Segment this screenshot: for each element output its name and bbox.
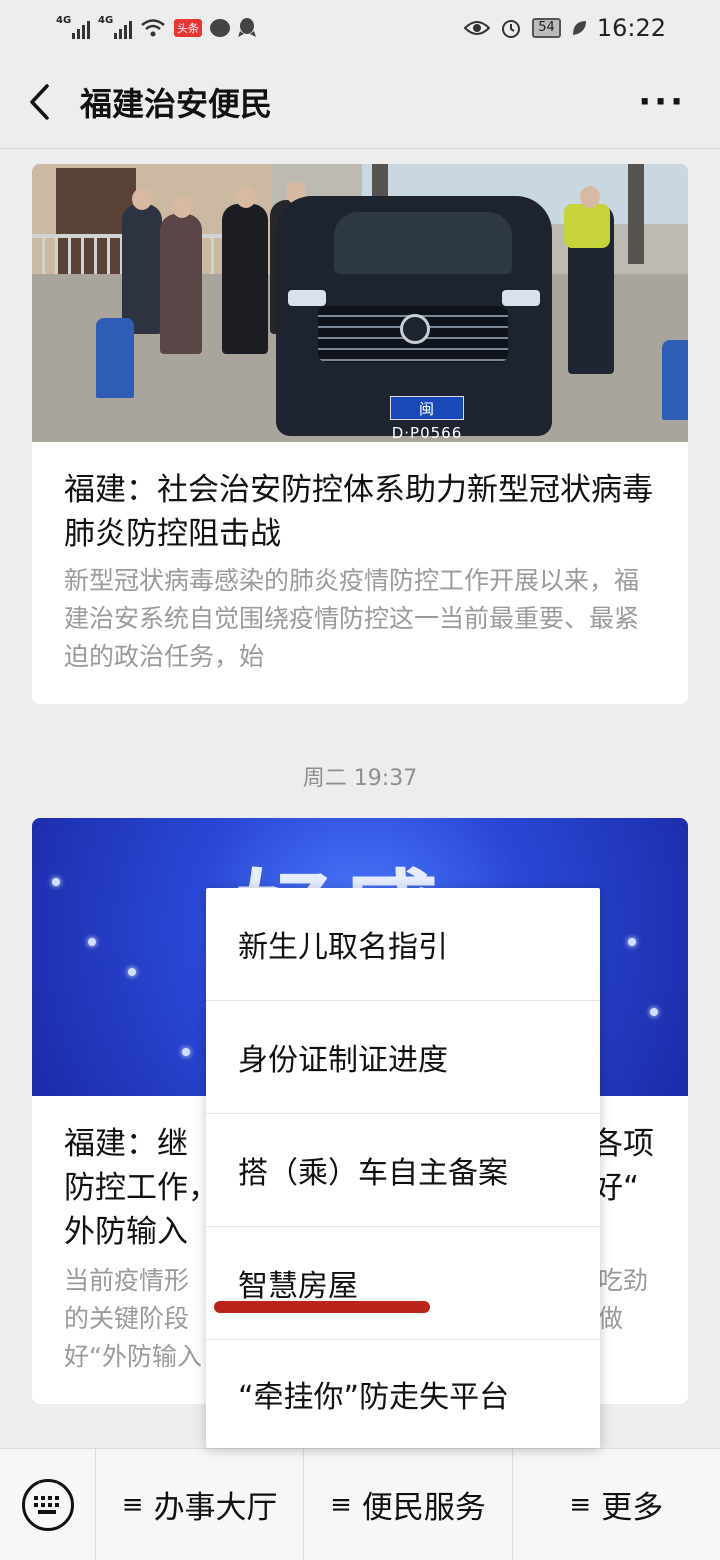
article-title[interactable]: 福建：继 防控工作， 外防输入 [64,1122,219,1254]
title-line: 各项 [592,1126,654,1162]
photo-police-cone [96,318,134,398]
header-divider [0,148,720,149]
status-bar: 4G 4G 头条 54 16:22 [0,0,720,56]
menu-item-smart-housing[interactable]: 智慧房屋 [206,1227,600,1340]
status-time: 16:22 [596,14,666,42]
photo-headlight [288,290,326,306]
network-type-label: 4G [98,15,114,26]
signal-icon: 4G [56,15,90,39]
banner-dot [650,1008,658,1016]
photo-license-plate: 闽D·P0566 [390,396,464,442]
photo-car: 闽D·P0566 [276,196,552,442]
photo-person [160,214,202,354]
photo-person-head [172,196,192,218]
photo-person-head [580,186,600,208]
bottom-menu-more[interactable]: ≡ 更多 [513,1449,720,1560]
more-options-button[interactable]: ··· [638,82,686,122]
menu-lines-icon: ≡ [569,1489,592,1520]
status-left: 4G 4G 头条 [56,15,256,39]
bottom-menu-bar: ≡ 办事大厅 ≡ 便民服务 ≡ 更多 [0,1448,720,1560]
article-title[interactable]: 福建：社会治安防控体系助力新型冠状病毒肺炎防控阻击战 [32,442,688,556]
page-title: 福建治安便民 [80,85,273,123]
photo-person [222,204,268,354]
photo-windshield [334,212,512,274]
summary-line: 吃劲 [598,1266,649,1295]
photo-person [122,204,162,334]
bottom-menu-label: 更多 [601,1490,664,1526]
battery-icon: 54 [532,18,561,38]
network-type-label: 4G [56,15,72,26]
summary-line: 好“外防输入 [64,1342,202,1371]
menu-item-label: 智慧房屋 [238,1269,358,1304]
title-line: 外防输入 [64,1214,188,1250]
title-line: 防控工作， [64,1170,219,1206]
menu-item-id-card-progress[interactable]: 身份证制证进度 [206,1001,600,1114]
summary-line: 做 [598,1304,624,1333]
bottom-menu-label: 办事大厅 [153,1490,278,1526]
photo-person-head [132,188,152,210]
signal-icon: 4G [98,15,132,39]
photo-police-cone [662,340,688,420]
article-summary-right: 吃劲 做 [598,1262,648,1338]
menu-item-ride-registration[interactable]: 搭（乘）车自主备案 [206,1114,600,1227]
photo-person-head [236,186,256,208]
alarm-icon [502,20,521,38]
app-header: 福建治安便民 ··· [0,56,720,148]
photo-pillar [628,164,644,264]
summary-line: 当前疫情形 [64,1266,190,1295]
article-photo: 闽D·P0566 [32,164,688,442]
qq-icon [238,18,256,37]
banner-dot [128,968,136,976]
menu-lines-icon: ≡ [330,1489,352,1520]
banner-dot [52,878,60,886]
article-summary: 新型冠状病毒感染的肺炎疫情防控工作开展以来，福建治安系统自觉围绕疫情防控这一当前… [64,566,640,671]
banner-dot [182,1048,190,1056]
title-line: 福建：继 [64,1126,188,1162]
chevron-left-icon [30,84,49,120]
menu-lines-icon: ≡ [121,1489,144,1520]
back-button[interactable] [4,56,74,148]
eye-icon [464,21,491,35]
article-card[interactable]: 闽D·P0566 福建：社会治安防控体系助力新型冠状病毒肺炎防控阻击战 新型冠状… [32,164,688,704]
menu-item-anti-lost-platform[interactable]: “牵挂你”防走失平台 [206,1340,600,1448]
photo-headlight [502,290,540,306]
banner-dot [88,938,96,946]
date-separator: 周二 19:37 [302,766,418,791]
status-right: 54 16:22 [464,14,666,42]
bottom-menu-public-services[interactable]: ≡ 便民服务 [304,1448,513,1560]
article-title-right: 各项 好“ [592,1122,654,1210]
photo-safety-vest [564,204,610,248]
news-app-icon: 头条 [174,19,202,37]
menu-item-newborn-naming[interactable]: 新生儿取名指引 [206,888,600,1001]
chat-bubble-icon [210,19,230,37]
bottom-menu-office-hall[interactable]: ≡ 办事大厅 [96,1448,305,1560]
keyboard-icon [21,1478,74,1531]
banner-dot [628,938,636,946]
bottom-menu-label: 便民服务 [361,1490,486,1526]
leaf-icon [572,21,586,35]
service-popup-menu: 新生儿取名指引 身份证制证进度 搭（乘）车自主备案 智慧房屋 “牵挂你”防走失平… [206,888,600,1448]
photo-car-logo [400,314,430,344]
article-summary: 当前疫情形 的关键阶段 好“外防输入 [64,1262,202,1376]
summary-line: 的关键阶段 [64,1304,190,1333]
wifi-icon [141,19,165,37]
title-line: 好“ [592,1170,640,1206]
highlight-underline [214,1301,430,1313]
keyboard-toggle-button[interactable] [0,1448,96,1560]
